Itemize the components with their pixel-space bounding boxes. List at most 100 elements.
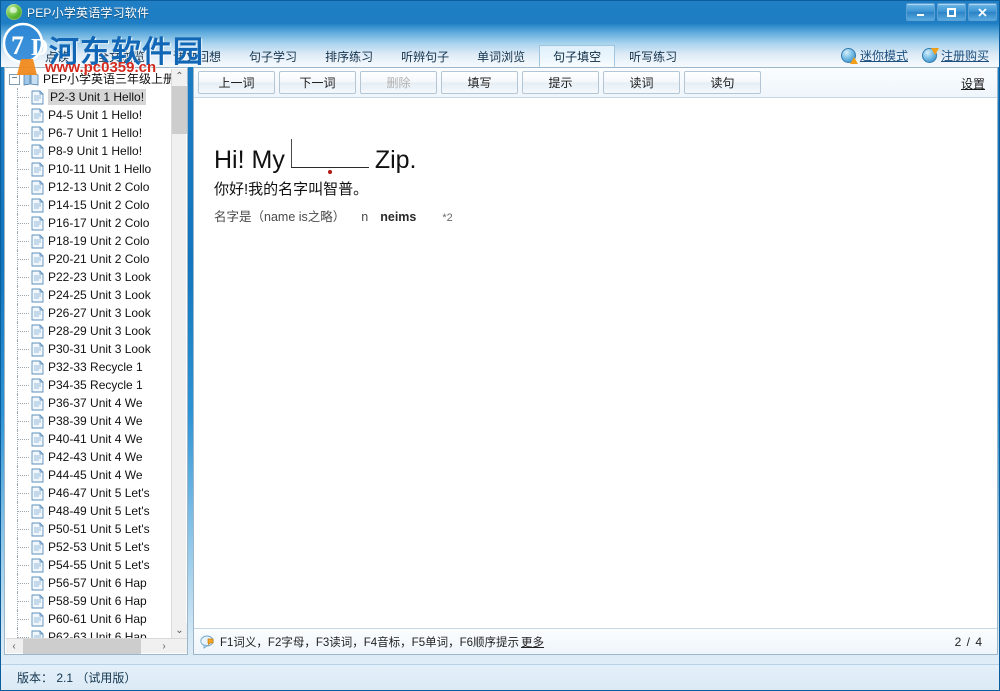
more-link[interactable]: 更多	[521, 634, 544, 650]
tree-item[interactable]: P8-9 Unit 1 Hello!	[5, 142, 173, 160]
tree-item[interactable]: P6-7 Unit 1 Hello!	[5, 124, 173, 142]
tree-item[interactable]: P10-11 Unit 1 Hello	[5, 160, 173, 178]
scroll-up-glyph: ⌃	[175, 71, 184, 82]
tree-item[interactable]: P54-55 Unit 5 Let's	[5, 556, 173, 574]
page-file-icon	[31, 126, 44, 140]
tree-item[interactable]: P52-53 Unit 5 Let's	[5, 538, 173, 556]
tree-item[interactable]: P2-3 Unit 1 Hello!	[5, 88, 173, 106]
minimize-button[interactable]	[906, 3, 935, 21]
blank-input[interactable]	[290, 138, 369, 174]
tree-item-label: P6-7 Unit 1 Hello!	[48, 126, 143, 140]
tree-item[interactable]: P50-51 Unit 5 Let's	[5, 520, 173, 538]
scroll-left-arrow-icon[interactable]: ‹	[6, 639, 22, 654]
tree-item[interactable]: P48-49 Unit 5 Let's	[5, 502, 173, 520]
tree-connector	[17, 331, 29, 332]
tree-item-label: P40-41 Unit 4 We	[48, 432, 143, 446]
tree-item[interactable]: P42-43 Unit 4 We	[5, 448, 173, 466]
page-file-icon	[31, 468, 44, 482]
app-globe-icon	[6, 4, 22, 20]
tree-item[interactable]: P18-19 Unit 2 Colo	[5, 232, 173, 250]
sidebar-horizontal-scrollbar[interactable]: ‹ ›	[6, 638, 187, 654]
blank-marker-dot	[327, 170, 332, 174]
tree-item[interactable]: P20-21 Unit 2 Colo	[5, 250, 173, 268]
tab-quanwenliulan[interactable]: 全文浏览	[83, 45, 159, 67]
page-file-icon	[31, 432, 44, 446]
hint-button[interactable]: 提示	[522, 71, 599, 94]
tree-item[interactable]: P58-59 Unit 6 Hap	[5, 592, 173, 610]
tree-item-label: P60-61 Unit 6 Hap	[48, 612, 147, 626]
sidebar-hscroll-thumb[interactable]	[23, 639, 141, 654]
tree-item[interactable]: P28-29 Unit 3 Look	[5, 322, 173, 340]
tree-item-label: P56-57 Unit 6 Hap	[48, 576, 147, 590]
mini-mode-label: 迷你模式	[859, 49, 908, 63]
tab-danciliulan[interactable]: 单词浏览	[463, 45, 539, 67]
tab-juzitiankong[interactable]: 句子填空	[539, 45, 616, 67]
tree-item[interactable]: P56-57 Unit 6 Hap	[5, 574, 173, 592]
tree-item[interactable]: P16-17 Unit 2 Colo	[5, 214, 173, 232]
page-file-icon	[31, 396, 44, 410]
page-file-icon	[31, 594, 44, 608]
hint-phonetic: neims	[380, 210, 417, 224]
tree-item-label: P54-55 Unit 5 Let's	[48, 558, 150, 572]
tree-connector	[17, 277, 29, 278]
main-tab-bar: 点读 全文浏览 课文回想 句子学习 排序练习 听辨句子 单词浏览 句子填空 听写…	[31, 45, 691, 67]
scroll-right-arrow-icon[interactable]: ›	[156, 639, 172, 654]
tree-item-label: P48-49 Unit 5 Let's	[48, 504, 150, 518]
tab-tingbianjuzi[interactable]: 听辨句子	[387, 45, 463, 67]
mini-mode-link[interactable]: 迷你模式	[840, 47, 908, 64]
page-file-icon	[31, 450, 44, 464]
tree-item[interactable]: P24-25 Unit 3 Look	[5, 286, 173, 304]
tree-item[interactable]: P40-41 Unit 4 We	[5, 430, 173, 448]
tab-kewenhuixiang[interactable]: 课文回想	[159, 45, 235, 67]
exercise-status-bar: F1词义，F2字母，F3读词，F4音标，F5单词，F6顺序提示 更多 2 / 4	[194, 628, 997, 654]
tree-item-label: P58-59 Unit 6 Hap	[48, 594, 147, 608]
tab-dianddu[interactable]: 点读	[31, 45, 83, 67]
settings-link[interactable]: 设置	[961, 75, 985, 92]
scroll-up-arrow-icon[interactable]: ⌃	[172, 69, 187, 85]
close-button[interactable]	[968, 3, 997, 21]
tree-item[interactable]: P26-27 Unit 3 Look	[5, 304, 173, 322]
scroll-left-glyph: ‹	[12, 640, 16, 652]
tree-item[interactable]: P22-23 Unit 3 Look	[5, 268, 173, 286]
tree-item-label: P36-37 Unit 4 We	[48, 396, 143, 410]
header-link-group: 迷你模式 注册购买	[840, 47, 989, 64]
delete-button: 删除	[360, 71, 437, 94]
register-buy-link[interactable]: 注册购买	[921, 47, 989, 64]
tree-connector	[17, 511, 29, 512]
register-buy-icon	[921, 48, 939, 63]
tab-juzixuexi[interactable]: 句子学习	[235, 45, 311, 67]
tree-item-label: P22-23 Unit 3 Look	[48, 270, 151, 284]
maximize-button[interactable]	[937, 3, 966, 21]
tree-item[interactable]: P4-5 Unit 1 Hello!	[5, 106, 173, 124]
tree-connector	[17, 97, 29, 98]
tree-item[interactable]: P60-61 Unit 6 Hap	[5, 610, 173, 628]
sidebar-vertical-scrollbar[interactable]: ⌃ ⌄	[171, 69, 187, 639]
tree-item[interactable]: P34-35 Recycle 1	[5, 376, 173, 394]
page-file-icon	[31, 306, 44, 320]
collapse-expander-icon[interactable]: −	[9, 73, 20, 85]
tree-item[interactable]: P12-13 Unit 2 Colo	[5, 178, 173, 196]
read-sentence-button[interactable]: 读句	[684, 71, 761, 94]
tab-paixulianxi[interactable]: 排序练习	[311, 45, 387, 67]
window-title: PEP小学英语学习软件	[27, 5, 150, 20]
tree-item[interactable]: P38-39 Unit 4 We	[5, 412, 173, 430]
tree-item[interactable]: P44-45 Unit 4 We	[5, 466, 173, 484]
next-word-button[interactable]: 下一词	[279, 71, 356, 94]
tree-item[interactable]: P36-37 Unit 4 We	[5, 394, 173, 412]
tree-item-label: P4-5 Unit 1 Hello!	[48, 108, 143, 122]
page-file-icon	[31, 90, 44, 104]
scroll-down-arrow-icon[interactable]: ⌄	[172, 623, 187, 639]
read-word-button[interactable]: 读词	[603, 71, 680, 94]
sidebar-scroll-thumb[interactable]	[172, 86, 187, 134]
tab-label: 课文回想	[173, 50, 222, 64]
fill-button[interactable]: 填写	[441, 71, 518, 94]
prev-word-button[interactable]: 上一词	[198, 71, 275, 94]
tree-root-node[interactable]: − PEP小学英语三年级上册	[5, 70, 173, 88]
tree-item[interactable]: P30-31 Unit 3 Look	[5, 340, 173, 358]
tree-item[interactable]: P46-47 Unit 5 Let's	[5, 484, 173, 502]
tab-tingxielianxi[interactable]: 听写练习	[615, 45, 691, 67]
page-file-icon	[31, 216, 44, 230]
tree-item[interactable]: P32-33 Recycle 1	[5, 358, 173, 376]
tree-connector	[17, 421, 29, 422]
tree-item[interactable]: P14-15 Unit 2 Colo	[5, 196, 173, 214]
